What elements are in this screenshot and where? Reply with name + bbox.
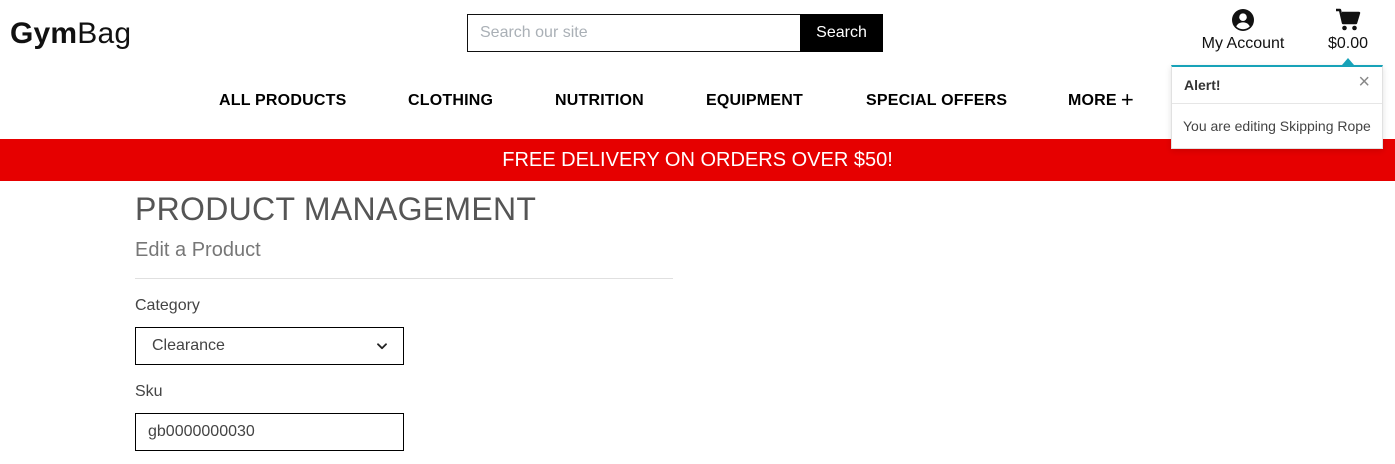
- toast-title: Alert!: [1184, 77, 1221, 93]
- category-label: Category: [135, 297, 200, 314]
- toast-message: You are editing Skipping Rope: [1183, 118, 1371, 134]
- bag-total: $0.00: [1327, 35, 1369, 52]
- page-title: PRODUCT MANAGEMENT: [135, 191, 537, 227]
- user-circle-icon: [1196, 8, 1290, 34]
- page-subtitle: Edit a Product: [135, 239, 261, 261]
- close-icon[interactable]: ×: [1358, 72, 1370, 92]
- sku-label: Sku: [135, 383, 163, 400]
- my-account-label: My Account: [1201, 35, 1285, 52]
- toast-arrow: [1342, 58, 1354, 65]
- shopping-bag-link[interactable]: $0.00: [1320, 8, 1376, 54]
- section-divider: [135, 278, 673, 279]
- category-select[interactable]: Clearance: [135, 327, 404, 365]
- toast-header: Alert! ×: [1172, 67, 1382, 104]
- nav-all-products[interactable]: ALL PRODUCTS: [219, 92, 346, 110]
- category-selected-value: Clearance: [152, 337, 225, 354]
- logo-regular-text: Bag: [77, 17, 132, 50]
- alert-toast: Alert! × You are editing Skipping Rope: [1171, 58, 1383, 149]
- logo-bold-text: Gym: [10, 17, 78, 50]
- nav-special-offers[interactable]: SPECIAL OFFERS: [866, 92, 1007, 110]
- search-form: Search: [467, 14, 883, 52]
- nav-more-label: MORE: [1068, 92, 1117, 109]
- nav-clothing[interactable]: CLOTHING: [408, 92, 493, 110]
- plus-icon: +: [1120, 87, 1134, 112]
- site-logo[interactable]: GymBag: [10, 14, 131, 54]
- shopping-cart-icon: [1320, 8, 1376, 34]
- nav-equipment[interactable]: EQUIPMENT: [706, 92, 803, 110]
- chevron-down-icon: [377, 337, 387, 355]
- nav-nutrition[interactable]: NUTRITION: [555, 92, 644, 110]
- sku-input[interactable]: [135, 413, 404, 451]
- search-button[interactable]: Search: [800, 14, 883, 52]
- my-account-link[interactable]: My Account: [1196, 8, 1290, 54]
- search-input[interactable]: [467, 14, 800, 52]
- nav-more[interactable]: MORE +: [1068, 87, 1134, 112]
